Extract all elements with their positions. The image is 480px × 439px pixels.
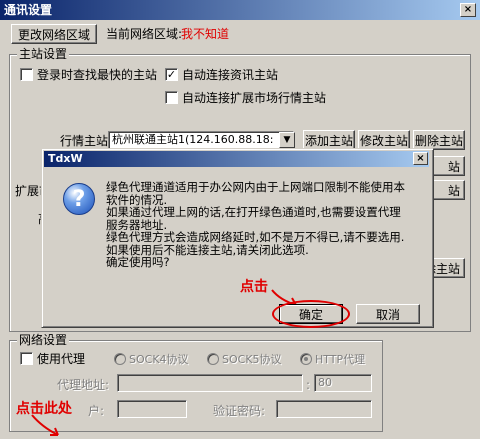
add-station-button[interactable]: 添加主站: [303, 130, 355, 150]
sock5-radio[interactable]: [207, 353, 219, 365]
modify-station-button[interactable]: 修改主站: [358, 130, 410, 150]
proxy-address-label: 代理地址:: [57, 378, 110, 392]
proxy-port-value: 80: [318, 376, 332, 389]
auto-connect-ext-checkbox[interactable]: [165, 91, 178, 104]
question-icon: ?: [63, 183, 95, 215]
window-title: 通讯设置: [4, 3, 53, 17]
delete-station-button[interactable]: 删除主站: [413, 130, 465, 150]
auto-connect-info-label: 自动连接资讯主站: [182, 68, 279, 82]
auto-connect-info-checkbox[interactable]: ✓: [165, 68, 178, 81]
dialog-message-line: 确定使用吗?: [106, 255, 170, 269]
sock4-label: SOCK4协议: [129, 353, 189, 366]
dialog-message-line: 绿色代理方式会造成网络延时,如不是万不得已,请不要选用.: [106, 230, 405, 244]
quote-station-label: 行情主站:: [60, 134, 113, 148]
dialog-message-line: 如果通过代理上网的话,在打开绿色通道时,也需要设置代理: [106, 205, 401, 219]
click-here-arrow-icon: [31, 414, 59, 436]
ok-highlight-ellipse: [272, 300, 350, 328]
proxy-user-label: 户:: [88, 404, 105, 418]
dialog-close-button[interactable]: ×: [413, 152, 428, 165]
master-station-legend: 主站设置: [17, 47, 70, 61]
use-proxy-label: 使用代理: [37, 352, 86, 366]
current-region-value: 我不知道: [181, 27, 230, 41]
dialog-message: 绿色代理通道适用于办公网内由于上网端口限制不能使用本 软件的情况. 如果通过代理…: [106, 181, 416, 269]
http-proxy-label: HTTP代理: [315, 353, 366, 366]
dialog-message-line: 绿色代理通道适用于办公网内由于上网端口限制不能使用本: [106, 180, 405, 194]
current-region-label: 当前网络区域:: [106, 27, 183, 41]
proxy-user-input[interactable]: [117, 400, 187, 418]
auto-connect-ext-label: 自动连接扩展市场行情主站: [182, 91, 327, 105]
network-settings-legend: 网络设置: [17, 333, 70, 347]
quote-station-dropdown[interactable]: ▼: [279, 132, 295, 148]
window-close-button[interactable]: ×: [460, 3, 476, 17]
click-annotation: 点击: [240, 279, 268, 295]
sock4-radio[interactable]: [114, 353, 126, 365]
proxy-address-input[interactable]: [117, 374, 303, 392]
quote-station-select[interactable]: 杭州联通主站1(124.160.88.18:: [108, 131, 294, 149]
change-region-button[interactable]: 更改网络区域: [11, 24, 97, 44]
quote-station-value: 杭州联通主站1(124.160.88.18:: [112, 133, 274, 146]
close-icon: ×: [416, 153, 425, 164]
sock5-label: SOCK5协议: [222, 353, 282, 366]
dialog-title-bar: TdxW: [44, 151, 429, 167]
window-title-bar: 通讯设置: [0, 0, 480, 20]
find-fastest-label: 登录时查找最快的主站: [37, 68, 158, 82]
port-colon: :: [306, 378, 311, 392]
close-icon: ×: [463, 4, 473, 15]
check-icon: ✓: [166, 68, 177, 81]
find-fastest-checkbox[interactable]: [20, 68, 33, 81]
dialog-title: TdxW: [48, 152, 83, 165]
cancel-button[interactable]: 取消: [356, 304, 420, 324]
use-proxy-checkbox[interactable]: [20, 352, 33, 365]
proxy-port-input[interactable]: 80: [314, 374, 372, 392]
chevron-down-icon: ▼: [283, 135, 291, 145]
http-proxy-radio[interactable]: [300, 353, 312, 365]
proxy-password-input[interactable]: [276, 400, 372, 418]
proxy-password-label: 验证密码:: [213, 404, 266, 418]
